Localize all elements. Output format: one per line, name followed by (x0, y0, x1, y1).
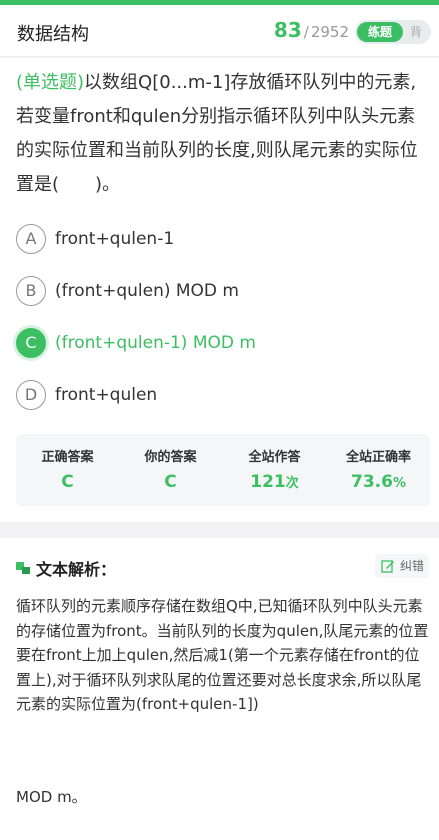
option-text: (front+qulen) MOD m (55, 281, 239, 301)
option-c[interactable]: C (front+qulen-1) MOD m (16, 328, 416, 360)
stat-your-answer: 你的答案 C (119, 434, 222, 506)
counter-separator: / (303, 23, 309, 41)
mode-toggle[interactable]: 练题 背 (355, 20, 431, 44)
answer-stats: 正确答案 C 你的答案 C 全站作答 121次 全站正确率 73.6% (16, 434, 430, 506)
stat-label: 全站作答 (248, 450, 301, 465)
stat-value: 73.6% (327, 472, 430, 492)
option-a[interactable]: A front+qulen-1 (16, 224, 416, 256)
analysis-body: 循环队列的元素顺序存储在数组Q中,已知循环队列中队头元素的存储位置为front。… (16, 597, 429, 713)
option-letter: B (16, 276, 46, 306)
stat-value: 121次 (223, 472, 326, 492)
option-text: front+qulen (55, 385, 158, 405)
attempts-unit: 次 (285, 476, 299, 491)
mode-practice[interactable]: 练题 (357, 22, 403, 42)
analysis-body-tail: MOD m。 (16, 788, 87, 806)
option-text: front+qulen-1 (55, 229, 175, 249)
stat-correct-answer: 正确答案 C (16, 434, 119, 506)
question-counter: 83/2952 (274, 18, 349, 42)
stat-label: 你的答案 (144, 450, 197, 465)
stat-attempts: 全站作答 121次 (223, 434, 326, 506)
analysis-card: 文本解析： 纠错 循环队列的元素顺序存储在数组Q中,已知循环队列中队头元素的存储… (0, 538, 439, 840)
option-letter: A (16, 224, 46, 254)
rate-number: 73.6 (351, 472, 393, 492)
stat-label: 全站正确率 (345, 450, 411, 465)
option-text: (front+qulen-1) MOD m (55, 333, 256, 353)
mode-memorize[interactable]: 背 (410, 20, 422, 44)
edit-icon (381, 560, 394, 573)
question-type: (单选题) (16, 72, 85, 93)
report-error-button[interactable]: 纠错 (375, 554, 429, 578)
stat-value: C (61, 472, 74, 492)
question-card: (单选题)以数组Q[0...m-1]存放循环队列中的元素,若变量front和qu… (0, 58, 439, 522)
current-index: 83 (273, 18, 302, 42)
option-b[interactable]: B (front+qulen) MOD m (16, 276, 416, 308)
report-error-label: 纠错 (400, 559, 425, 573)
analysis-title: 文本解析： (36, 560, 117, 579)
page-title: 数据结构 (17, 24, 89, 45)
option-letter: D (16, 380, 46, 410)
stat-label: 正确答案 (41, 450, 94, 465)
stat-value: C (164, 472, 177, 492)
option-d[interactable]: D front+qulen (16, 380, 416, 412)
option-letter: C (16, 328, 46, 358)
question-text: (单选题)以数组Q[0...m-1]存放循环队列中的元素,若变量front和qu… (16, 66, 430, 202)
rate-unit: % (392, 476, 406, 491)
analysis-icon (16, 562, 30, 574)
total-count: 2952 (310, 23, 349, 41)
header: 数据结构 83/2952 练题 背 (0, 5, 439, 57)
stat-accuracy: 全站正确率 73.6% (327, 434, 430, 506)
attempts-number: 121 (250, 472, 286, 492)
